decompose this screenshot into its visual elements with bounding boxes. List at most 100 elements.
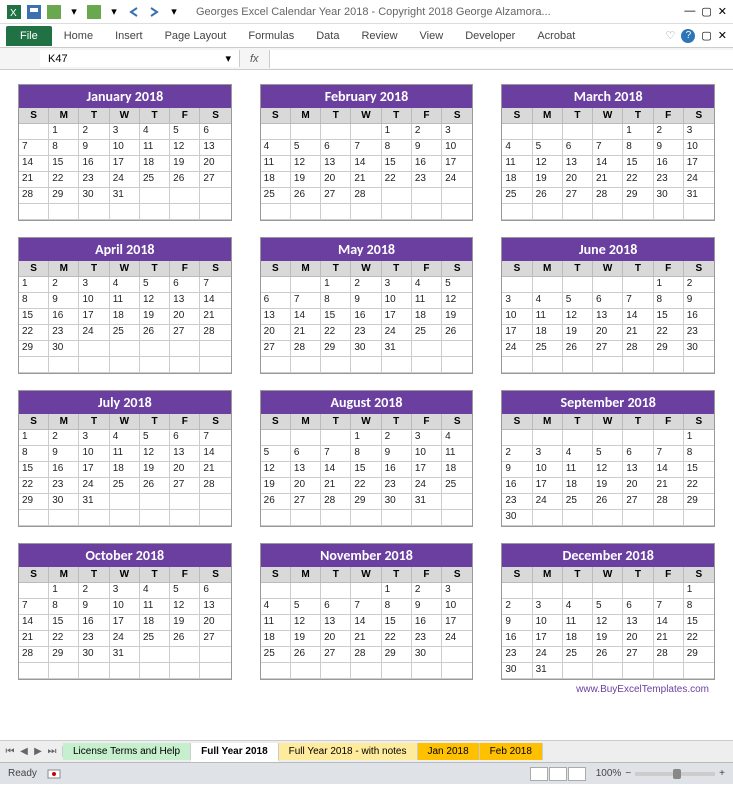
day-cell[interactable]: 6: [623, 446, 653, 462]
day-cell[interactable]: 21: [19, 631, 49, 647]
day-cell[interactable]: 19: [261, 478, 291, 494]
day-cell[interactable]: [351, 663, 381, 679]
footer-link[interactable]: www.BuyExcelTemplates.com: [18, 680, 715, 695]
day-cell[interactable]: 17: [382, 309, 412, 325]
day-cell[interactable]: 14: [351, 156, 381, 172]
day-cell[interactable]: 21: [593, 172, 623, 188]
day-cell[interactable]: [382, 663, 412, 679]
day-cell[interactable]: [200, 510, 230, 526]
day-cell[interactable]: 10: [382, 293, 412, 309]
day-cell[interactable]: 19: [533, 172, 563, 188]
day-cell[interactable]: [200, 188, 230, 204]
day-cell[interactable]: 13: [200, 599, 230, 615]
day-cell[interactable]: 7: [19, 599, 49, 615]
day-cell[interactable]: 19: [140, 309, 170, 325]
day-cell[interactable]: [563, 583, 593, 599]
day-cell[interactable]: [533, 430, 563, 446]
day-cell[interactable]: 21: [623, 325, 653, 341]
ribbon-minimize-icon[interactable]: ♡: [666, 29, 676, 42]
day-cell[interactable]: 16: [79, 156, 109, 172]
day-cell[interactable]: 2: [412, 124, 442, 140]
day-cell[interactable]: 23: [382, 478, 412, 494]
day-cell[interactable]: 19: [593, 478, 623, 494]
day-cell[interactable]: [623, 277, 653, 293]
day-cell[interactable]: [200, 647, 230, 663]
day-cell[interactable]: [684, 357, 714, 373]
day-cell[interactable]: 18: [261, 172, 291, 188]
day-cell[interactable]: [19, 124, 49, 140]
day-cell[interactable]: 12: [533, 156, 563, 172]
day-cell[interactable]: 15: [49, 615, 79, 631]
day-cell[interactable]: 27: [321, 188, 351, 204]
day-cell[interactable]: 24: [502, 341, 532, 357]
day-cell[interactable]: 25: [261, 188, 291, 204]
day-cell[interactable]: [654, 204, 684, 220]
day-cell[interactable]: 19: [170, 156, 200, 172]
day-cell[interactable]: 15: [623, 156, 653, 172]
day-cell[interactable]: [291, 663, 321, 679]
day-cell[interactable]: [623, 583, 653, 599]
tab-page-layout[interactable]: Page Layout: [155, 26, 237, 46]
fx-icon[interactable]: fx: [240, 53, 269, 65]
day-cell[interactable]: [351, 357, 381, 373]
day-cell[interactable]: 27: [623, 647, 653, 663]
day-cell[interactable]: [321, 663, 351, 679]
zoom-out-icon[interactable]: −: [625, 768, 631, 779]
day-cell[interactable]: 17: [110, 615, 140, 631]
day-cell[interactable]: [200, 341, 230, 357]
day-cell[interactable]: 30: [382, 494, 412, 510]
day-cell[interactable]: 5: [593, 599, 623, 615]
day-cell[interactable]: 20: [200, 615, 230, 631]
day-cell[interactable]: 15: [19, 462, 49, 478]
day-cell[interactable]: 27: [170, 478, 200, 494]
day-cell[interactable]: 23: [502, 647, 532, 663]
day-cell[interactable]: 25: [140, 172, 170, 188]
tab-developer[interactable]: Developer: [455, 26, 525, 46]
day-cell[interactable]: 3: [684, 124, 714, 140]
day-cell[interactable]: 11: [563, 462, 593, 478]
day-cell[interactable]: 15: [49, 156, 79, 172]
day-cell[interactable]: 20: [563, 172, 593, 188]
day-cell[interactable]: [110, 494, 140, 510]
day-cell[interactable]: 20: [170, 462, 200, 478]
day-cell[interactable]: 13: [321, 615, 351, 631]
day-cell[interactable]: 21: [654, 631, 684, 647]
day-cell[interactable]: 8: [19, 446, 49, 462]
day-cell[interactable]: 24: [382, 325, 412, 341]
day-cell[interactable]: 29: [684, 494, 714, 510]
day-cell[interactable]: [502, 430, 532, 446]
day-cell[interactable]: 26: [261, 494, 291, 510]
day-cell[interactable]: 23: [79, 631, 109, 647]
day-cell[interactable]: [593, 430, 623, 446]
day-cell[interactable]: 26: [563, 341, 593, 357]
day-cell[interactable]: 24: [79, 478, 109, 494]
day-cell[interactable]: 26: [291, 647, 321, 663]
day-cell[interactable]: 30: [79, 647, 109, 663]
day-cell[interactable]: 5: [533, 140, 563, 156]
day-cell[interactable]: [291, 583, 321, 599]
day-cell[interactable]: [19, 204, 49, 220]
day-cell[interactable]: 18: [563, 478, 593, 494]
day-cell[interactable]: 15: [351, 462, 381, 478]
day-cell[interactable]: 12: [140, 446, 170, 462]
day-cell[interactable]: 4: [110, 430, 140, 446]
day-cell[interactable]: 6: [170, 430, 200, 446]
day-cell[interactable]: [49, 204, 79, 220]
day-cell[interactable]: [442, 494, 472, 510]
day-cell[interactable]: [110, 663, 140, 679]
day-cell[interactable]: 24: [533, 647, 563, 663]
day-cell[interactable]: [351, 204, 381, 220]
day-cell[interactable]: 1: [49, 124, 79, 140]
day-cell[interactable]: 24: [533, 494, 563, 510]
day-cell[interactable]: 8: [49, 140, 79, 156]
day-cell[interactable]: [261, 663, 291, 679]
day-cell[interactable]: 9: [79, 599, 109, 615]
day-cell[interactable]: 29: [19, 494, 49, 510]
day-cell[interactable]: 13: [170, 446, 200, 462]
day-cell[interactable]: 23: [412, 631, 442, 647]
day-cell[interactable]: 25: [110, 478, 140, 494]
day-cell[interactable]: 30: [654, 188, 684, 204]
day-cell[interactable]: 13: [563, 156, 593, 172]
day-cell[interactable]: 25: [261, 647, 291, 663]
day-cell[interactable]: [654, 510, 684, 526]
